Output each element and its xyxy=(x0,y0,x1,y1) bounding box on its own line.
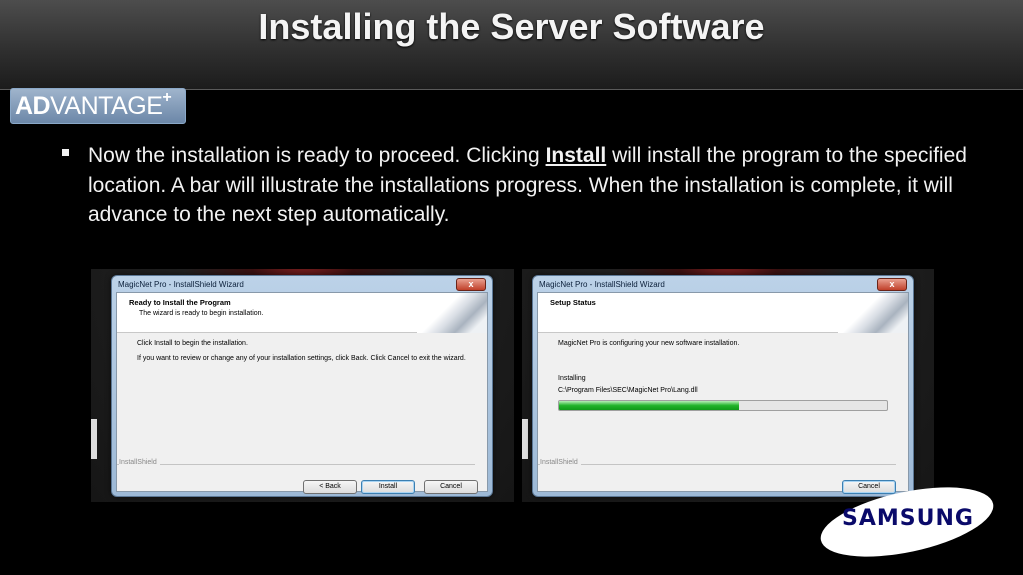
bullet-paragraph: Now the installation is ready to proceed… xyxy=(60,141,980,230)
screenshot-ready-to-install: MagicNet Pro - InstallShield Wizard x Re… xyxy=(91,269,514,502)
wizard-instruction-1: Click Install to begin the installation. xyxy=(137,340,248,347)
wizard-body: Setup Status MagicNet Pro is configuring… xyxy=(537,292,909,494)
installshield-divider: InstallShield xyxy=(117,459,475,469)
wizard-header-subtitle: The wizard is ready to begin installatio… xyxy=(139,310,264,317)
wizard-status-message: MagicNet Pro is configuring your new sof… xyxy=(558,340,740,347)
logo-plus: + xyxy=(162,89,172,106)
background-decoration xyxy=(522,419,528,459)
install-progress-fill xyxy=(559,401,740,410)
wizard-header-title: Ready to Install the Program xyxy=(129,298,231,307)
wizard-header: Setup Status xyxy=(538,293,908,333)
bullet-marker-icon xyxy=(62,149,69,156)
install-progress-bar xyxy=(558,400,888,411)
title-bar: Installing the Server Software xyxy=(0,0,1023,90)
cancel-button[interactable]: Cancel xyxy=(424,480,478,494)
background-decoration xyxy=(91,419,97,459)
cancel-button[interactable]: Cancel xyxy=(842,480,896,494)
installing-label: Installing xyxy=(558,375,586,382)
install-button[interactable]: Install xyxy=(361,480,415,494)
wizard-window-ready: MagicNet Pro - InstallShield Wizard x Re… xyxy=(111,275,493,497)
samsung-logo-text: SAMSUNG xyxy=(842,506,974,531)
installshield-divider: InstallShield xyxy=(538,459,896,469)
bullet-keyword-install: Install xyxy=(545,144,607,167)
slide-title: Installing the Server Software xyxy=(258,6,765,47)
advantage-logo: AD VANTAGE + xyxy=(10,88,186,124)
installshield-label: InstallShield xyxy=(119,459,160,466)
wizard-titlebar: MagicNet Pro - InstallShield Wizard xyxy=(118,280,244,289)
install-file-path: C:\Program Files\SEC\MagicNet Pro\Lang.d… xyxy=(558,387,698,394)
installshield-label: InstallShield xyxy=(540,459,581,466)
close-icon[interactable]: x xyxy=(877,278,907,291)
bullet-text-before: Now the installation is ready to proceed… xyxy=(88,144,546,167)
page-curl-icon xyxy=(838,293,908,333)
wizard-instruction-2: If you want to review or change any of y… xyxy=(137,355,466,362)
screenshot-setup-status: MagicNet Pro - InstallShield Wizard x Se… xyxy=(522,269,934,502)
wizard-header-title: Setup Status xyxy=(550,298,596,307)
wizard-titlebar: MagicNet Pro - InstallShield Wizard xyxy=(539,280,665,289)
back-button[interactable]: < Back xyxy=(303,480,357,494)
wizard-header: Ready to Install the Program The wizard … xyxy=(117,293,487,333)
logo-vantage: VANTAGE xyxy=(50,91,163,120)
close-icon[interactable]: x xyxy=(456,278,486,291)
page-curl-icon xyxy=(417,293,487,333)
wizard-body: Ready to Install the Program The wizard … xyxy=(116,292,488,494)
logo-ad: AD xyxy=(15,91,51,120)
wizard-window-status: MagicNet Pro - InstallShield Wizard x Se… xyxy=(532,275,914,497)
